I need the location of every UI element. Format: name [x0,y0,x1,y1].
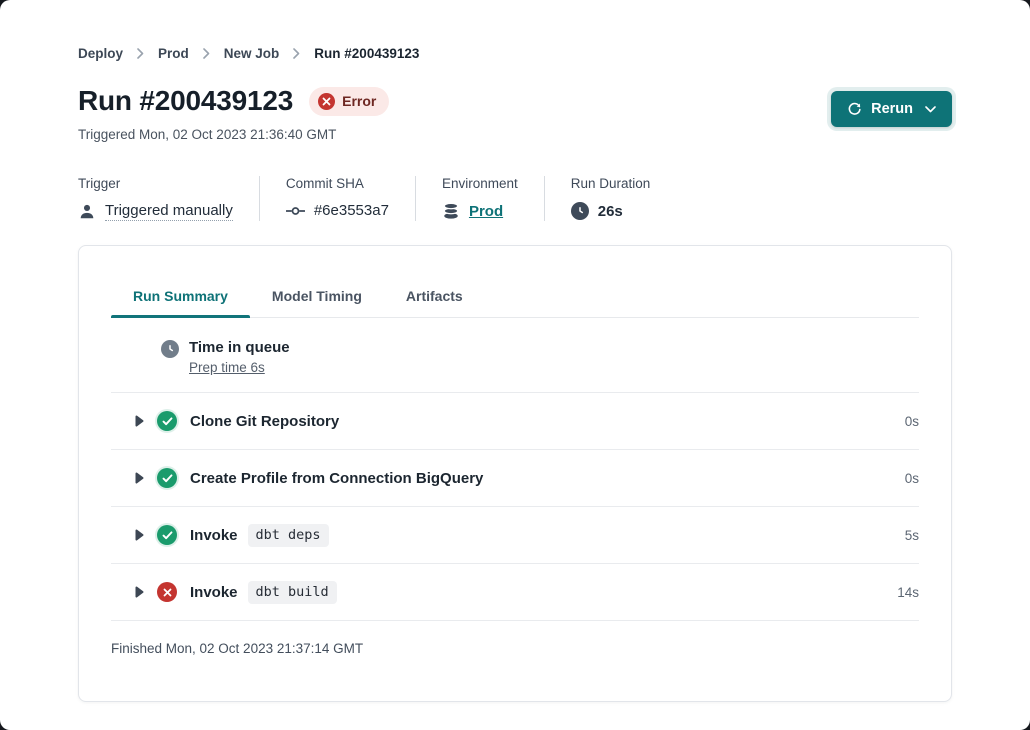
time-in-queue-row[interactable]: Time in queue Prep time 6s [111,318,919,392]
person-icon [78,203,96,221]
caret-right-icon[interactable] [135,586,144,598]
environment-link[interactable]: Prod [469,203,503,220]
step-title: Invoke [190,584,238,601]
success-check-icon [157,411,177,431]
run-duration-value: 26s [598,203,623,220]
queue-title: Time in queue [189,339,290,356]
tab-bar: Run Summary Model Timing Artifacts [111,246,919,318]
rerun-button[interactable]: Rerun [831,91,952,127]
step-duration: 5s [905,528,919,543]
step-duration: 0s [905,471,919,486]
breadcrumb-new-job[interactable]: New Job [224,46,280,61]
breadcrumb-prod[interactable]: Prod [158,46,189,61]
command-chip: dbt build [248,581,337,604]
rerun-button-label: Rerun [871,101,913,117]
error-circle-icon [318,93,335,110]
caret-right-icon[interactable] [135,472,144,484]
meta-duration-label: Run Duration [571,176,651,191]
meta-environment: Environment Prod [442,176,545,221]
step-row-create-profile[interactable]: Create Profile from Connection BigQuery … [111,449,919,506]
status-badge-label: Error [342,93,376,109]
step-title: Invoke [190,527,238,544]
meta-trigger: Trigger Triggered manually [78,176,260,221]
refresh-icon [847,102,862,117]
caret-right-icon[interactable] [135,415,144,427]
chevron-right-icon [293,48,300,59]
breadcrumb-deploy[interactable]: Deploy [78,46,123,61]
git-commit-icon [286,203,305,219]
triggered-timestamp: Triggered Mon, 02 Oct 2023 21:36:40 GMT [78,127,389,142]
run-meta-strip: Trigger Triggered manually Commit SHA #6… [78,176,952,221]
breadcrumb: Deploy Prod New Job Run #200439123 [78,46,952,61]
command-chip: dbt deps [248,524,329,547]
breadcrumb-current-run: Run #200439123 [314,46,419,61]
step-duration: 14s [897,585,919,600]
tab-model-timing[interactable]: Model Timing [250,276,384,317]
clock-icon [571,202,589,220]
step-title: Clone Git Repository [190,413,339,430]
database-icon [442,202,460,220]
step-duration: 0s [905,414,919,429]
step-title: Create Profile from Connection BigQuery [190,470,483,487]
page-title: Run #200439123 [78,85,293,117]
clock-icon [161,340,179,358]
meta-commit-label: Commit SHA [286,176,389,191]
chevron-right-icon [203,48,210,59]
meta-commit-sha: Commit SHA #6e3553a7 [286,176,416,221]
success-check-icon [157,468,177,488]
step-row-clone-git[interactable]: Clone Git Repository 0s [111,392,919,449]
tab-artifacts[interactable]: Artifacts [384,276,485,317]
success-check-icon [157,525,177,545]
commit-sha-value: #6e3553a7 [314,202,389,219]
meta-trigger-label: Trigger [78,176,233,191]
run-summary-card: Run Summary Model Timing Artifacts Time … [78,245,952,702]
step-row-dbt-deps[interactable]: Invoke dbt deps 5s [111,506,919,563]
meta-run-duration: Run Duration 26s [571,176,677,221]
page-header: Run #200439123 Error Triggered Mon, 02 O… [78,85,952,142]
meta-environment-label: Environment [442,176,518,191]
caret-right-icon[interactable] [135,529,144,541]
run-detail-page: Deploy Prod New Job Run #200439123 Run #… [0,0,1030,702]
trigger-value[interactable]: Triggered manually [105,202,233,221]
chevron-right-icon [137,48,144,59]
step-row-dbt-build[interactable]: Invoke dbt build 14s [111,563,919,620]
error-circle-icon [157,582,177,602]
tab-run-summary[interactable]: Run Summary [111,276,250,317]
status-badge: Error [309,87,389,116]
prep-time-link[interactable]: Prep time 6s [189,360,290,375]
chevron-down-icon [925,106,936,113]
finished-timestamp: Finished Mon, 02 Oct 2023 21:37:14 GMT [111,620,919,676]
